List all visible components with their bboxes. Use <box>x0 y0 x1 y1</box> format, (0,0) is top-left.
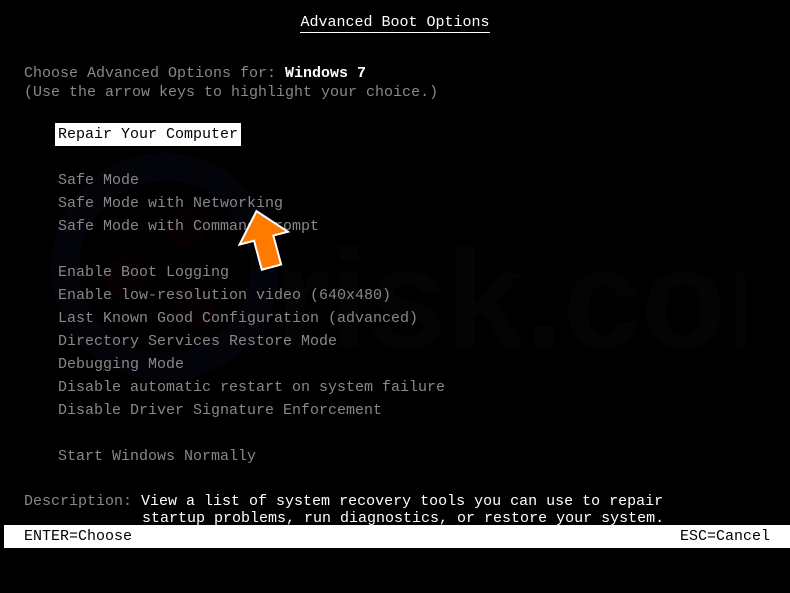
page-title: Advanced Boot Options <box>2 2 788 37</box>
menu-disable-driver-sig[interactable]: Disable Driver Signature Enforcement <box>58 399 788 422</box>
menu-safe-mode-command[interactable]: Safe Mode with Command Prompt <box>58 215 788 238</box>
menu-last-known-good[interactable]: Last Known Good Configuration (advanced) <box>58 307 788 330</box>
menu-start-normally[interactable]: Start Windows Normally <box>58 445 788 468</box>
footer-esc: ESC=Cancel <box>680 528 770 545</box>
boot-menu: Repair Your Computer Safe Mode Safe Mode… <box>24 123 788 468</box>
menu-debugging[interactable]: Debugging Mode <box>58 353 788 376</box>
description-block: Description: View a list of system recov… <box>2 493 788 527</box>
menu-disable-auto-restart[interactable]: Disable automatic restart on system fail… <box>58 376 788 399</box>
menu-safe-mode[interactable]: Safe Mode <box>58 169 788 192</box>
menu-boot-logging[interactable]: Enable Boot Logging <box>58 261 788 284</box>
menu-repair-computer[interactable]: Repair Your Computer <box>55 123 241 146</box>
menu-safe-mode-networking[interactable]: Safe Mode with Networking <box>58 192 788 215</box>
footer-enter: ENTER=Choose <box>24 528 132 545</box>
menu-low-res-video[interactable]: Enable low-resolution video (640x480) <box>58 284 788 307</box>
menu-ds-restore[interactable]: Directory Services Restore Mode <box>58 330 788 353</box>
instruction-hint: (Use the arrow keys to highlight your ch… <box>24 84 788 101</box>
instruction-text: Choose Advanced Options for: Windows 7 <box>24 65 788 82</box>
footer-bar: ENTER=Choose ESC=Cancel <box>4 525 790 548</box>
